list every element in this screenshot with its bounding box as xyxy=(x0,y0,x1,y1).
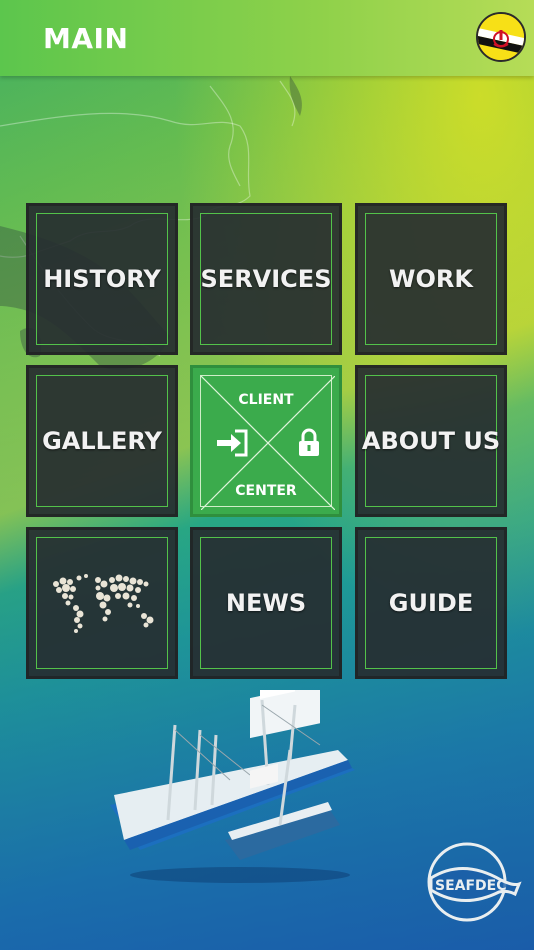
center-label: CENTER xyxy=(235,483,297,499)
work-tile[interactable]: WORK xyxy=(355,203,507,355)
services-tile-frame: SERVICES xyxy=(200,213,332,345)
world-map-icon xyxy=(53,574,154,633)
seafdec-logo: SEAFDEC xyxy=(427,842,522,922)
gallery-label: GALLERY xyxy=(42,427,162,455)
services-label: SERVICES xyxy=(200,265,332,293)
fishing-vessels-illustration xyxy=(110,690,355,883)
about-us-tile-frame: ABOUT US xyxy=(361,375,501,507)
client-label: CLIENT xyxy=(238,392,294,408)
history-tile[interactable]: HISTORY xyxy=(26,203,178,355)
history-label: HISTORY xyxy=(43,265,161,293)
guide-tile[interactable]: GUIDE xyxy=(355,527,507,679)
work-tile-frame: WORK xyxy=(365,213,497,345)
news-tile-frame: NEWS xyxy=(200,537,332,669)
gallery-tile[interactable]: GALLERY xyxy=(26,365,178,517)
lock-icon xyxy=(299,428,319,456)
top-app-bar: MAIN xyxy=(0,0,534,76)
client-center-tile[interactable]: CLIENT CENTER xyxy=(190,365,342,517)
history-tile-frame: HISTORY xyxy=(36,213,168,345)
gallery-tile-frame: GALLERY xyxy=(36,375,168,507)
login-icon xyxy=(217,429,248,457)
guide-tile-frame: GUIDE xyxy=(365,537,497,669)
world-map-tile[interactable] xyxy=(26,527,178,679)
about-us-tile[interactable]: ABOUT US xyxy=(355,365,507,517)
guide-label: GUIDE xyxy=(388,589,474,617)
news-tile[interactable]: NEWS xyxy=(190,527,342,679)
world-map-tile-frame xyxy=(36,537,168,669)
about-us-label: ABOUT US xyxy=(361,427,501,455)
services-tile[interactable]: SERVICES xyxy=(190,203,342,355)
brunei-flag-icon[interactable] xyxy=(476,12,526,62)
seafdec-logo-text: SEAFDEC xyxy=(435,878,507,894)
client-center-frame: CLIENT CENTER xyxy=(200,375,335,510)
work-label: WORK xyxy=(389,265,473,293)
page-title: MAIN xyxy=(43,22,129,55)
news-label: NEWS xyxy=(225,589,307,617)
